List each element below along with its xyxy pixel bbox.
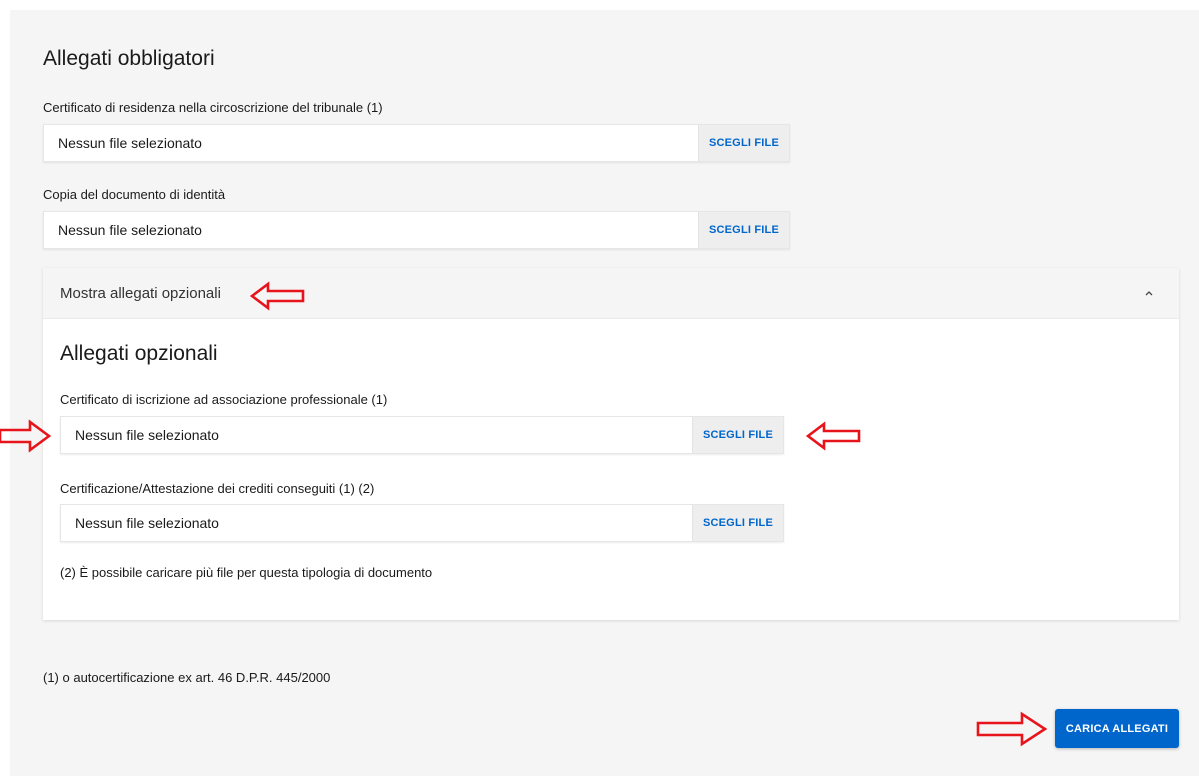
choose-file-button[interactable]: SCEGLI FILE xyxy=(698,212,789,248)
accordion-label: Mostra allegati opzionali xyxy=(60,285,221,302)
choose-file-button[interactable]: SCEGLI FILE xyxy=(692,417,783,453)
professional-association-label: Certificato di iscrizione ad associazion… xyxy=(60,392,388,407)
annotation-arrow-left-icon xyxy=(806,421,861,451)
file-status-text: Nessun file selezionato xyxy=(75,427,219,443)
annotation-arrow-right-icon xyxy=(0,419,52,453)
choose-file-button[interactable]: SCEGLI FILE xyxy=(692,505,783,541)
professional-association-file-input[interactable]: Nessun file selezionato SCEGLI FILE xyxy=(60,416,784,454)
chevron-up-icon xyxy=(1145,291,1153,296)
annotation-arrow-left-icon xyxy=(250,281,305,311)
credits-certification-file-input[interactable]: Nessun file selezionato SCEGLI FILE xyxy=(60,504,784,542)
optional-section-title: Allegati opzionali xyxy=(60,342,218,365)
residence-certificate-file-input[interactable]: Nessun file selezionato SCEGLI FILE xyxy=(43,124,790,162)
file-status-text: Nessun file selezionato xyxy=(75,515,219,531)
optional-attachments-accordion: Mostra allegati opzionali Allegati opzio… xyxy=(43,268,1179,620)
identity-document-file-input[interactable]: Nessun file selezionato SCEGLI FILE xyxy=(43,211,790,249)
credits-certification-label: Certificazione/Attestazione dei crediti … xyxy=(60,481,375,496)
show-optional-attachments-toggle[interactable]: Mostra allegati opzionali xyxy=(43,268,1179,319)
choose-file-button[interactable]: SCEGLI FILE xyxy=(698,125,789,161)
multiple-files-note: (2) È possibile caricare più file per qu… xyxy=(60,565,433,580)
file-status-text: Nessun file selezionato xyxy=(58,222,202,238)
file-status-text: Nessun file selezionato xyxy=(58,135,202,151)
upload-attachments-button[interactable]: CARICA ALLEGATI xyxy=(1055,709,1179,748)
residence-certificate-label: Certificato di residenza nella circoscri… xyxy=(43,100,383,115)
footnote: (1) o autocertificazione ex art. 46 D.P.… xyxy=(43,670,331,685)
annotation-arrow-right-icon xyxy=(976,711,1048,747)
mandatory-section-title: Allegati obbligatori xyxy=(43,47,215,70)
identity-document-label: Copia del documento di identità xyxy=(43,187,226,202)
